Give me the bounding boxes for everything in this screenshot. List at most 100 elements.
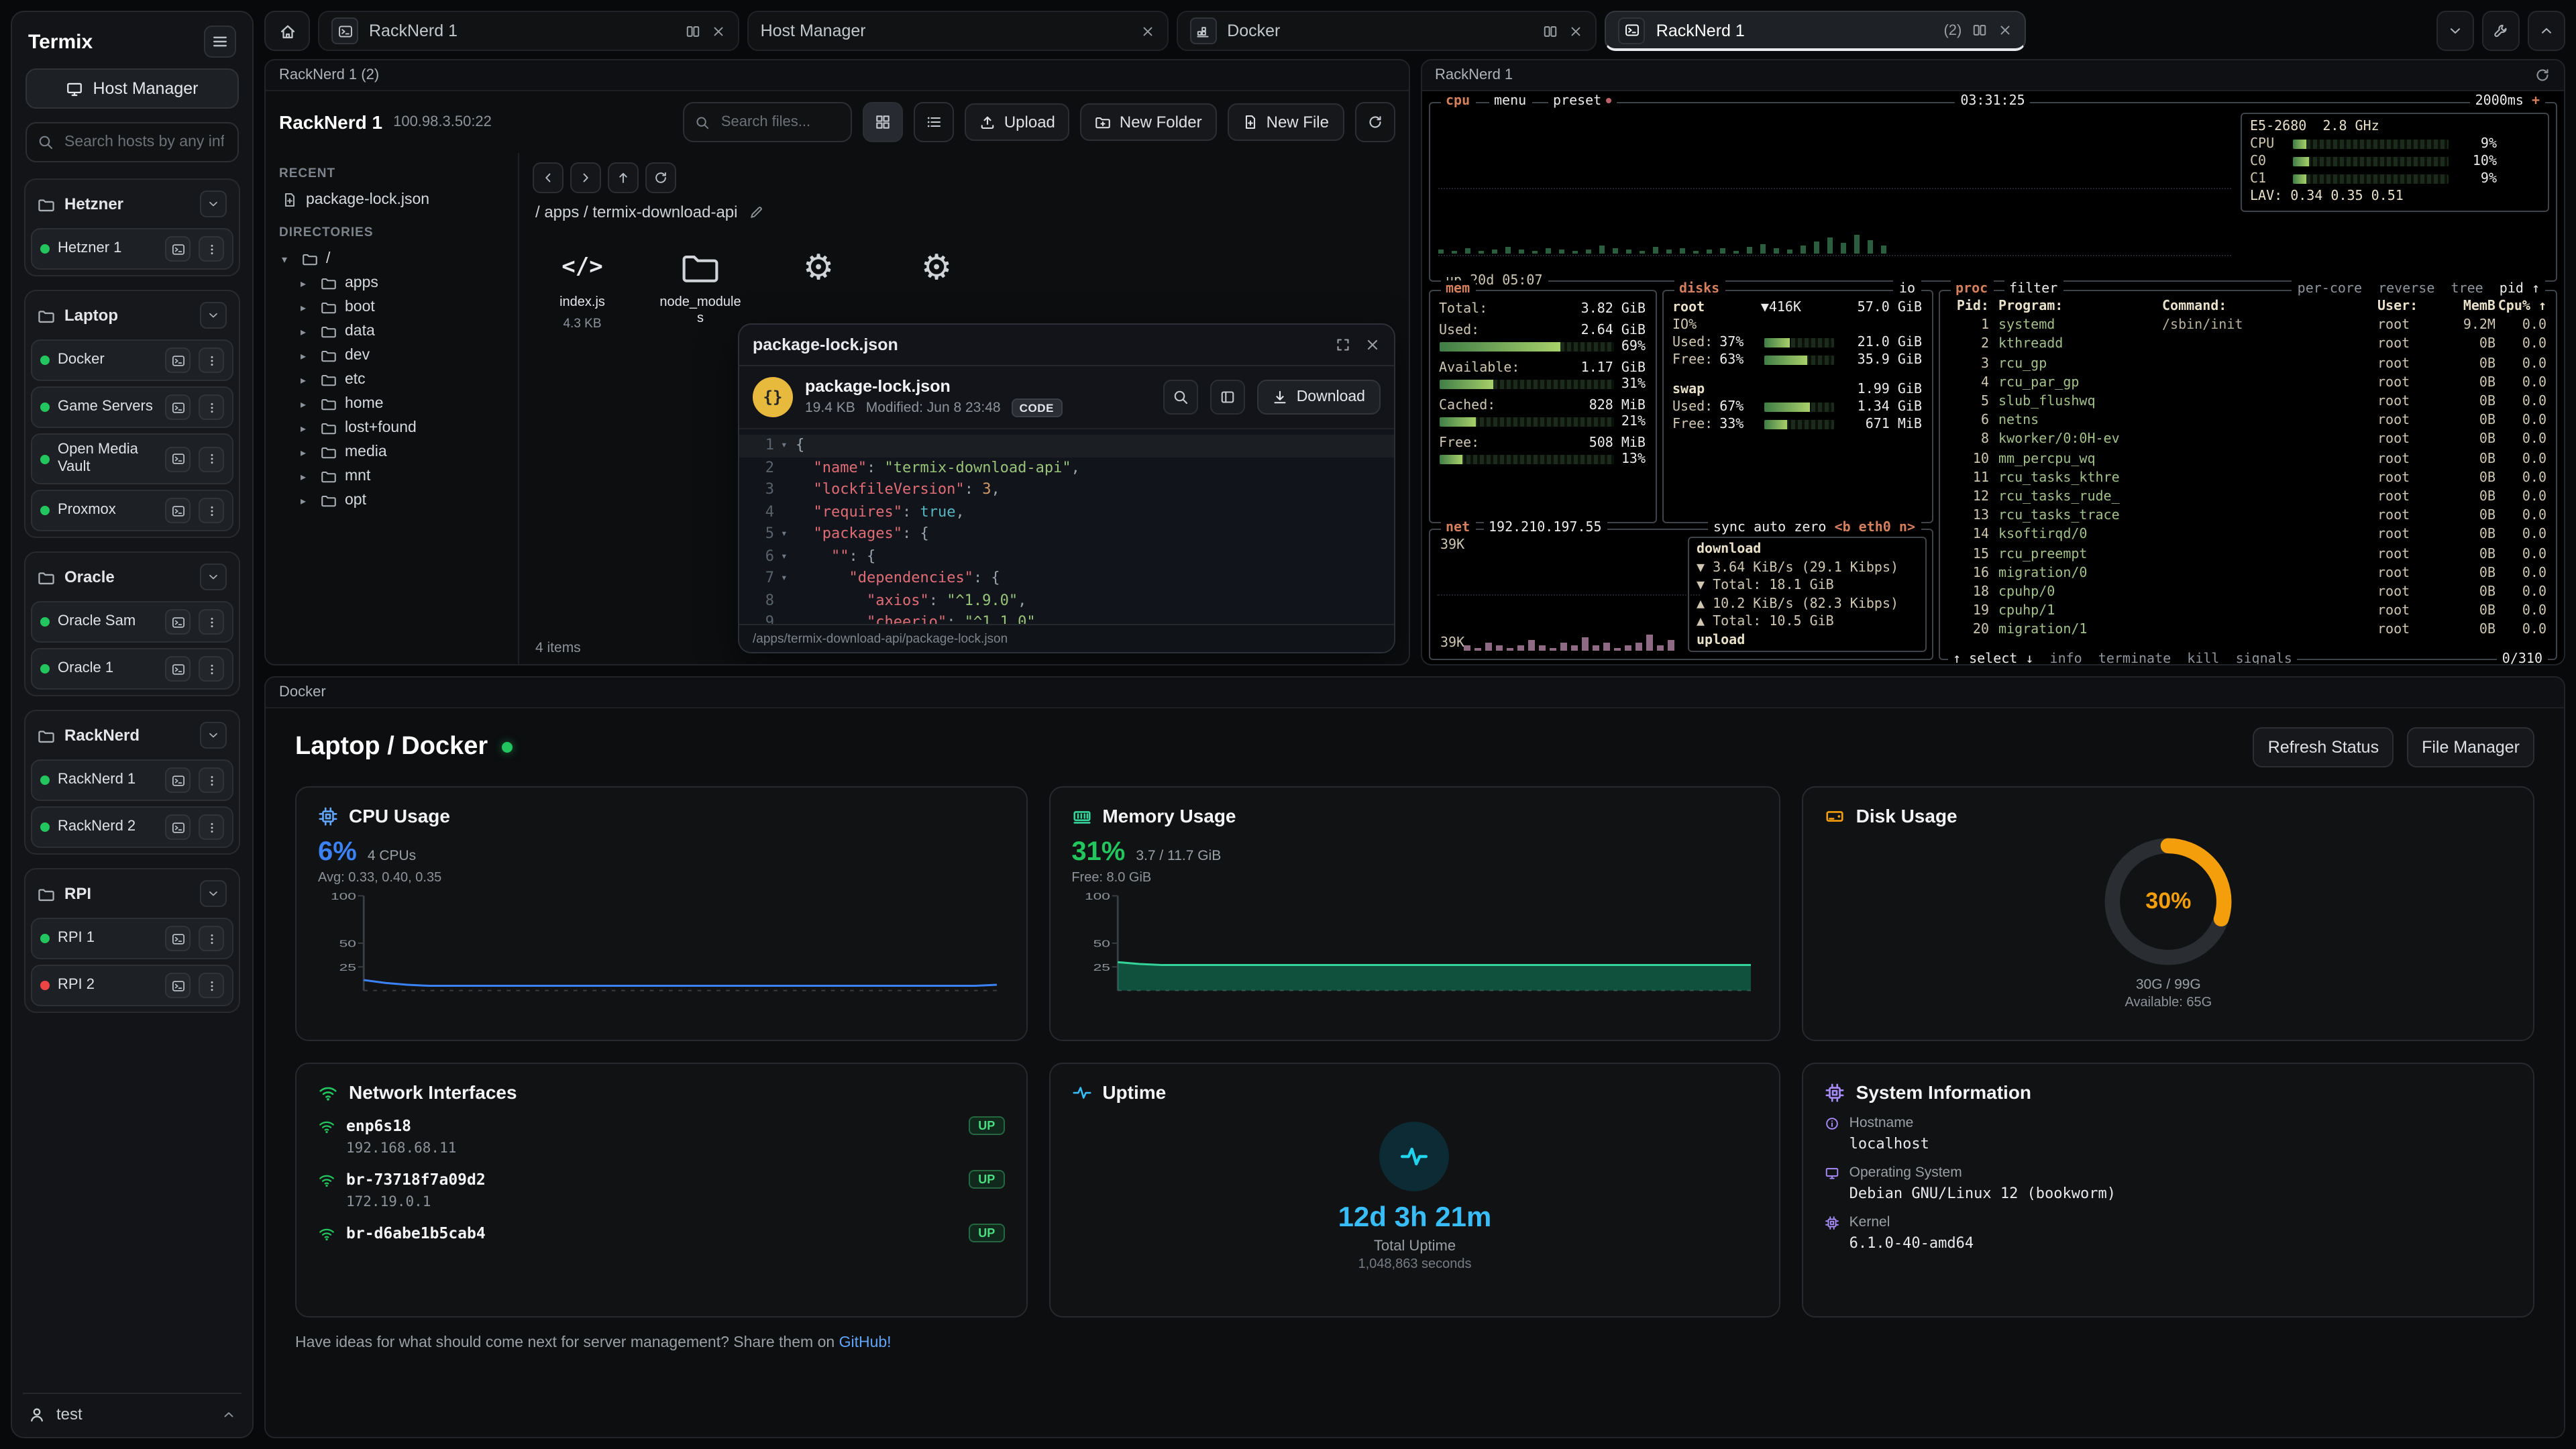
connect-terminal-button[interactable] (165, 973, 191, 999)
forward-button[interactable] (570, 162, 601, 193)
file-tile[interactable]: ⚙ (895, 244, 978, 331)
tree-node[interactable]: ▸opt (279, 488, 504, 513)
host-item[interactable]: Open Media Vault (31, 433, 233, 485)
collapse-group-button[interactable] (200, 191, 227, 217)
process-row[interactable]: 4rcu_par_gproot0B0.0 (1939, 374, 2556, 393)
proc-options[interactable]: per-core reverse tree pid ↑ (2292, 280, 2545, 299)
tree-node[interactable]: ▸lost+found (279, 416, 504, 440)
process-row[interactable]: 6netnsroot0B0.0 (1939, 412, 2556, 431)
tree-node[interactable]: ▸apps (279, 271, 504, 295)
host-item[interactable]: Game Servers (31, 386, 233, 428)
sidebar-footer[interactable]: test (23, 1393, 241, 1426)
tab-racknerd-1[interactable]: RackNerd 1 (318, 11, 739, 51)
host-manager-button[interactable]: Host Manager (25, 68, 239, 109)
collapse-group-button[interactable] (200, 564, 227, 591)
split-view-icon[interactable] (1972, 23, 1987, 38)
process-row[interactable]: 3rcu_gproot0B0.0 (1939, 355, 2556, 374)
list-view-button[interactable] (914, 102, 955, 142)
file-tile[interactable]: </>index.js4.3 KB (541, 244, 624, 331)
new-file-button[interactable]: New File (1228, 103, 1344, 141)
tree-node[interactable]: ▸data (279, 319, 504, 343)
fold-caret[interactable]: ▾ (781, 438, 796, 454)
collapse-group-button[interactable] (200, 722, 227, 749)
tab-overflow-button[interactable] (2436, 11, 2474, 51)
file-tile[interactable]: ⚙ (777, 244, 860, 331)
process-row[interactable]: 1systemd/sbin/initroot9.2M0.0 (1939, 317, 2556, 335)
host-menu-button[interactable] (199, 815, 224, 841)
host-menu-button[interactable] (199, 446, 224, 472)
host-menu-button[interactable] (199, 347, 224, 373)
close-tab-icon[interactable] (1140, 23, 1155, 38)
process-row[interactable]: 2kthreaddroot0B0.0 (1939, 336, 2556, 355)
process-row[interactable]: 11rcu_tasks_kthreroot0B0.0 (1939, 470, 2556, 488)
host-menu-button[interactable] (199, 657, 224, 682)
refresh-status-button[interactable]: Refresh Status (2253, 727, 2394, 767)
host-search-input[interactable] (62, 133, 227, 152)
process-row[interactable]: 18cpuhp/0root0B0.0 (1939, 584, 2556, 602)
refresh-path-button[interactable] (645, 162, 676, 193)
split-view-icon[interactable] (686, 23, 700, 38)
terminal-screen[interactable]: cpu menu preset 03:31:25 2000ms + E5-268… (1421, 91, 2564, 664)
tree-node[interactable]: ▸home (279, 392, 504, 416)
connect-terminal-button[interactable] (165, 657, 191, 682)
tree-node[interactable]: ▸media (279, 440, 504, 464)
host-item[interactable]: Docker (31, 339, 233, 381)
host-item[interactable]: RackNerd 2 (31, 807, 233, 849)
host-item[interactable]: Oracle 1 (31, 649, 233, 690)
host-item[interactable]: RPI 2 (31, 965, 233, 1007)
host-menu-button[interactable] (199, 394, 224, 420)
connect-terminal-button[interactable] (165, 610, 191, 635)
fold-caret[interactable]: ▾ (781, 527, 796, 543)
process-row[interactable]: 16migration/0root0B0.0 (1939, 565, 2556, 584)
sidebar-menu-button[interactable] (204, 25, 236, 58)
btop-interval[interactable]: 2000ms + (2470, 93, 2545, 111)
connect-terminal-button[interactable] (165, 446, 191, 472)
connect-terminal-button[interactable] (165, 498, 191, 524)
net-controls[interactable]: sync auto zero <b eth0 n> (1708, 519, 1921, 538)
host-item[interactable]: Oracle Sam (31, 602, 233, 643)
upload-button[interactable]: Upload (965, 103, 1070, 141)
process-row[interactable]: 12rcu_tasks_rude_root0B0.0 (1939, 488, 2556, 507)
collapse-group-button[interactable] (200, 302, 227, 329)
host-menu-button[interactable] (199, 236, 224, 262)
close-tab-icon[interactable] (711, 23, 726, 38)
collapse-tabbar-button[interactable] (2528, 11, 2565, 51)
edit-path-icon[interactable] (749, 205, 763, 219)
host-item[interactable]: RackNerd 1 (31, 760, 233, 802)
grid-view-button[interactable] (863, 102, 904, 142)
close-tab-icon[interactable] (1998, 23, 2012, 38)
process-row[interactable]: 10mm_percpu_wqroot0B0.0 (1939, 450, 2556, 469)
group-header[interactable]: Hetzner (31, 185, 233, 223)
host-item[interactable]: Hetzner 1 (31, 228, 233, 270)
btop-preset[interactable]: preset (1548, 93, 1616, 111)
github-link[interactable]: GitHub! (839, 1335, 892, 1351)
tools-button[interactable] (2482, 11, 2520, 51)
process-row[interactable]: 5slub_flushwqroot0B0.0 (1939, 393, 2556, 412)
process-row[interactable]: 19cpuhp/1root0B0.0 (1939, 603, 2556, 622)
back-button[interactable] (533, 162, 564, 193)
process-row[interactable]: 13rcu_tasks_traceroot0B0.0 (1939, 507, 2556, 526)
group-header[interactable]: Oracle (31, 559, 233, 596)
connect-terminal-button[interactable] (165, 815, 191, 841)
host-menu-button[interactable] (199, 610, 224, 635)
group-header[interactable]: RackNerd (31, 717, 233, 755)
toggle-panel-button[interactable] (1211, 380, 1246, 415)
host-item[interactable]: Proxmox (31, 490, 233, 532)
sync-icon[interactable] (2534, 67, 2551, 83)
split-view-icon[interactable] (1544, 23, 1558, 38)
tree-node-root[interactable]: ▾/ (279, 247, 504, 271)
connect-terminal-button[interactable] (165, 347, 191, 373)
search-in-file-button[interactable] (1164, 380, 1199, 415)
close-tab-icon[interactable] (1569, 23, 1584, 38)
connect-terminal-button[interactable] (165, 394, 191, 420)
tab-racknerd-1-active[interactable]: RackNerd 1 (2) (1605, 11, 2027, 51)
new-folder-button[interactable]: New Folder (1081, 103, 1217, 141)
process-row[interactable]: 15rcu_preemptroot0B0.0 (1939, 545, 2556, 564)
file-manager-button[interactable]: File Manager (2407, 727, 2534, 767)
host-menu-button[interactable] (199, 768, 224, 794)
tree-node[interactable]: ▸boot (279, 295, 504, 319)
tab-docker[interactable]: Docker (1176, 11, 1597, 51)
fold-caret[interactable]: ▾ (781, 549, 796, 565)
collapse-group-button[interactable] (200, 881, 227, 908)
process-row[interactable]: 14ksoftirqd/0root0B0.0 (1939, 527, 2556, 545)
